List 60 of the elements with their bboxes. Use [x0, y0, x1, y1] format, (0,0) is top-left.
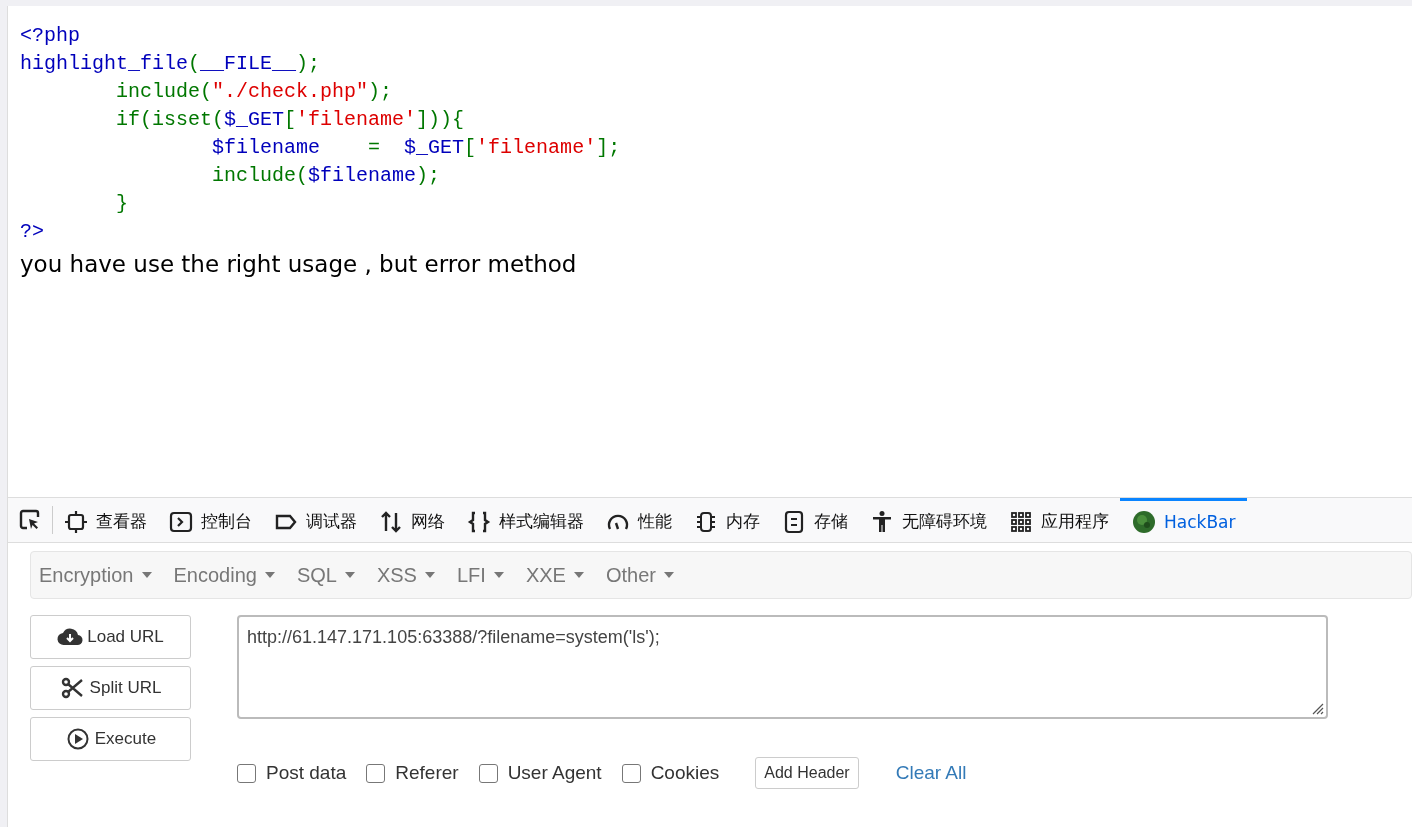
resize-grip-icon[interactable]	[1310, 701, 1324, 715]
dropdown-menu[interactable]: Other	[605, 563, 674, 587]
devtools-tab[interactable]: 应用程序	[998, 498, 1120, 542]
curly-braces-icon	[467, 509, 491, 534]
devtools-tab[interactable]: 性能	[595, 498, 683, 542]
caret-icon	[141, 572, 152, 578]
up-down-arrows-icon	[379, 509, 403, 534]
caret-icon	[264, 572, 275, 578]
dropdown-menu[interactable]: SQL	[296, 563, 355, 587]
checkbox-label: Referer	[395, 762, 459, 784]
clear-all-link[interactable]: Clear All	[895, 762, 967, 784]
devtools-tab[interactable]: 样式编辑器	[456, 498, 595, 542]
code-line: ?>	[20, 219, 44, 245]
grid-dots-icon	[1009, 509, 1033, 534]
globe-icon	[1132, 509, 1156, 534]
checkbox[interactable]	[621, 763, 641, 783]
devtools-tab[interactable]: 查看器	[53, 498, 158, 542]
code-line: if(isset($_GET['filename'])){	[115, 107, 465, 133]
dropdown-menu[interactable]: Encryption	[39, 563, 152, 587]
checkbox-label: Post data	[266, 762, 347, 784]
checkbox[interactable]	[237, 763, 256, 783]
output-text: you have use the right usage , but error method	[20, 250, 577, 279]
dropdown-menu[interactable]: Encoding	[173, 563, 275, 587]
devtools-tab[interactable]: HackBar	[1120, 498, 1248, 542]
checkbox[interactable]	[478, 763, 498, 783]
code-line: <?php	[20, 23, 80, 49]
caret-icon	[493, 572, 504, 578]
person-figure-icon	[870, 509, 894, 534]
element-picker-icon[interactable]	[18, 508, 42, 532]
action-button[interactable]: Execute	[30, 717, 191, 761]
devtools-tab[interactable]: 无障碍环境	[859, 498, 998, 542]
code-line: include($filename);	[211, 163, 441, 189]
url-input-field[interactable]: http://61.147.171.105:63388/?filename=system('ls');	[237, 615, 1328, 719]
devtools-tab[interactable]: 网络	[368, 498, 456, 542]
checkbox-label: Cookies	[650, 762, 720, 784]
code-line: }	[115, 191, 129, 217]
add-header-button[interactable]: Add Header	[755, 757, 859, 789]
dropdown-menu[interactable]: LFI	[456, 563, 504, 587]
drawer-icon	[782, 509, 806, 534]
action-button[interactable]: Load URL	[30, 615, 191, 659]
devtools-tab[interactable]: 存储	[771, 498, 859, 542]
devtools-tab[interactable]: 内存	[683, 498, 771, 542]
console-prompt-icon	[169, 509, 193, 534]
dropdown-menu[interactable]: XSS	[376, 563, 435, 587]
caret-icon	[344, 572, 355, 578]
action-button[interactable]: Split URL	[30, 666, 191, 710]
checkbox-label: User Agent	[507, 762, 602, 784]
caret-icon	[573, 572, 584, 578]
cloud-download-icon	[57, 626, 84, 648]
code-line: highlight_file(__FILE__);	[20, 51, 321, 77]
caret-icon	[424, 572, 435, 578]
checkbox[interactable]	[366, 763, 386, 783]
devtools-tab[interactable]: 控制台	[158, 498, 263, 542]
chip-icon	[694, 509, 718, 534]
crosshair-box-icon	[64, 509, 88, 534]
dropdown-menu[interactable]: XXE	[525, 563, 584, 587]
code-line: $filename = $_GET['filename'];	[211, 135, 621, 161]
devtools-tab[interactable]: 调试器	[263, 498, 368, 542]
caret-icon	[663, 572, 674, 578]
code-line: include("./check.php");	[115, 79, 393, 105]
